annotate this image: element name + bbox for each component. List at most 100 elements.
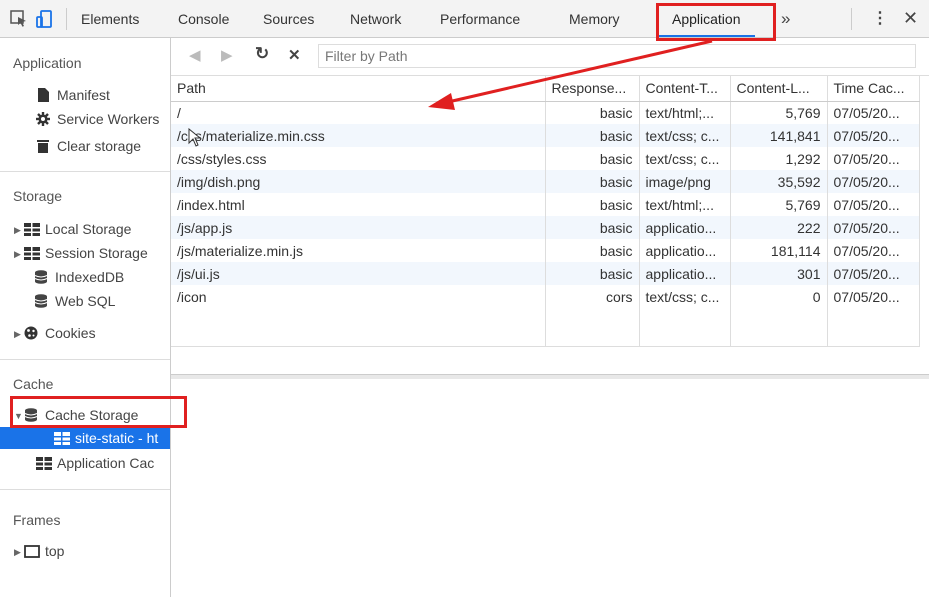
table-row[interactable]: /img/dish.png basic image/png 35,592 07/…	[171, 170, 920, 193]
table-row[interactable]: /js/materialize.min.js basic applicatio.…	[171, 239, 920, 262]
table-filler-row	[171, 308, 920, 347]
cell-time-cached: 07/05/20...	[827, 216, 920, 239]
annotation-highlight-cache-storage	[10, 396, 187, 428]
cell-content-type: applicatio...	[639, 239, 731, 262]
sidebar-item-frame-top[interactable]: ▶ top	[14, 540, 64, 562]
cell-content-length: 5,769	[730, 101, 828, 124]
cell-path: /	[171, 101, 546, 124]
sidebar-item-site-static[interactable]: site-static - ht	[0, 427, 170, 449]
table-row[interactable]: /js/ui.js basic applicatio... 301 07/05/…	[171, 262, 920, 285]
column-header-content-length[interactable]: Content-L...	[730, 76, 828, 102]
cell-time-cached: 07/05/20...	[827, 101, 920, 124]
cell-content-type: text/css; c...	[639, 285, 731, 308]
cell-response: basic	[545, 147, 640, 170]
cell-time-cached: 07/05/20...	[827, 262, 920, 285]
sidebar-item-cookies[interactable]: ▶ Cookies	[14, 322, 96, 344]
previous-page-icon[interactable]: ◀	[189, 46, 201, 64]
grid-table-icon	[24, 244, 40, 260]
sidebar-item-label: Manifest	[57, 87, 110, 103]
sidebar-item-clear-storage[interactable]: Clear storage	[36, 135, 141, 157]
sidebar-item-application-cache[interactable]: Application Cac	[36, 452, 154, 474]
tab-elements[interactable]: Elements	[81, 0, 139, 37]
cell-response: basic	[545, 101, 640, 124]
cell-path: /index.html	[171, 193, 546, 216]
tab-network[interactable]: Network	[350, 0, 401, 37]
device-toolbar-icon[interactable]	[35, 9, 55, 29]
close-icon[interactable]: ✕	[903, 0, 918, 37]
filter-by-path-input[interactable]	[318, 44, 916, 68]
table-row[interactable]: /js/app.js basic applicatio... 222 07/05…	[171, 216, 920, 239]
frame-icon	[24, 542, 40, 558]
cell-path: /js/ui.js	[171, 262, 546, 285]
kebab-menu-icon[interactable]: ⋮	[872, 0, 888, 37]
sidebar-item-label: Web SQL	[55, 293, 116, 309]
document-icon	[36, 86, 52, 102]
column-header-content-type[interactable]: Content-T...	[639, 76, 731, 102]
cache-entries-table: Path Response... Content-T... Content-L.…	[171, 76, 920, 347]
sidebar-item-indexeddb[interactable]: IndexedDB	[34, 266, 124, 288]
table-row[interactable]: /css/materialize.min.css basic text/css;…	[171, 124, 920, 147]
cell-content-length: 222	[730, 216, 828, 239]
expand-triangle-icon[interactable]: ▶	[14, 219, 24, 241]
cell-content-length: 1,292	[730, 147, 828, 170]
table-row[interactable]: /css/styles.css basic text/css; c... 1,2…	[171, 147, 920, 170]
inspect-element-icon[interactable]	[9, 9, 29, 29]
table-row[interactable]: / basic text/html;... 5,769 07/05/20...	[171, 101, 920, 124]
cell-response: basic	[545, 262, 640, 285]
cell-content-type: applicatio...	[639, 262, 731, 285]
cell-content-length: 5,769	[730, 193, 828, 216]
expand-triangle-icon[interactable]: ▶	[14, 541, 24, 563]
entry-preview-pane	[171, 379, 929, 597]
cell-response: basic	[545, 239, 640, 262]
cell-response: cors	[545, 285, 640, 308]
cell-content-type: text/html;...	[639, 101, 731, 124]
tab-sources[interactable]: Sources	[263, 0, 314, 37]
sidebar-item-manifest[interactable]: Manifest	[36, 84, 110, 106]
table-row[interactable]: /index.html basic text/html;... 5,769 07…	[171, 193, 920, 216]
trash-icon	[36, 137, 52, 153]
tab-memory[interactable]: Memory	[569, 0, 620, 37]
expand-triangle-icon[interactable]: ▶	[14, 243, 24, 265]
cell-time-cached: 07/05/20...	[827, 124, 920, 147]
gear-icon	[36, 110, 52, 126]
column-header-time-cached[interactable]: Time Cac...	[827, 76, 920, 102]
sidebar-item-session-storage[interactable]: ▶ Session Storage	[14, 242, 148, 264]
sidebar-item-service-workers[interactable]: Service Workers	[36, 108, 159, 130]
section-heading-frames: Frames	[13, 512, 61, 528]
cell-content-length: 0	[730, 285, 828, 308]
tab-performance[interactable]: Performance	[440, 0, 520, 37]
cell-time-cached: 07/05/20...	[827, 285, 920, 308]
sidebar-item-web-sql[interactable]: Web SQL	[34, 290, 115, 312]
cell-time-cached: 07/05/20...	[827, 147, 920, 170]
table-header-row: Path Response... Content-T... Content-L.…	[171, 76, 920, 102]
cell-path: /css/materialize.min.css	[171, 124, 546, 147]
section-heading-storage: Storage	[13, 188, 63, 204]
sidebar-item-label: Application Cac	[57, 455, 155, 471]
cell-path: /icon	[171, 285, 546, 308]
cell-content-type: text/css; c...	[639, 124, 731, 147]
sidebar-item-label: IndexedDB	[55, 269, 125, 285]
more-tabs-button[interactable]: »	[781, 0, 790, 37]
cell-content-length: 181,114	[730, 239, 828, 262]
cell-content-length: 141,841	[730, 124, 828, 147]
delete-entry-icon[interactable]: ✕	[288, 46, 301, 64]
tab-console[interactable]: Console	[178, 0, 229, 37]
sidebar-item-label: site-static - ht	[75, 430, 159, 446]
cell-time-cached: 07/05/20...	[827, 193, 920, 216]
table-row[interactable]: /icon cors text/css; c... 0 07/05/20...	[171, 285, 920, 308]
sidebar-item-label: Session Storage	[45, 245, 148, 261]
sidebar-item-local-storage[interactable]: ▶ Local Storage	[14, 218, 131, 240]
expand-triangle-icon[interactable]: ▶	[14, 323, 24, 345]
cell-time-cached: 07/05/20...	[827, 239, 920, 262]
cell-response: basic	[545, 170, 640, 193]
column-header-response[interactable]: Response...	[545, 76, 640, 102]
section-heading-cache: Cache	[13, 376, 54, 392]
refresh-icon[interactable]: ↻	[255, 44, 269, 64]
column-header-path[interactable]: Path	[171, 76, 546, 102]
cell-content-type: text/css; c...	[639, 147, 731, 170]
database-icon	[34, 268, 50, 284]
sidebar-item-label: Local Storage	[45, 221, 132, 237]
next-page-icon[interactable]: ▶	[221, 46, 233, 64]
sidebar-item-label: top	[45, 543, 65, 559]
sidebar-item-label: Clear storage	[57, 138, 142, 154]
